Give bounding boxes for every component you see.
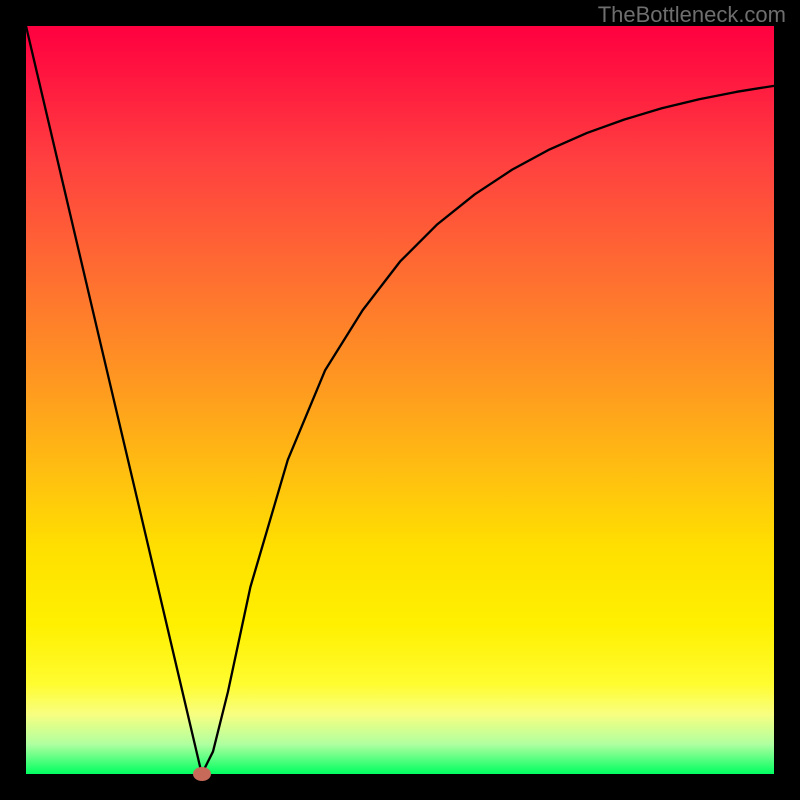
chart-frame: TheBottleneck.com bbox=[0, 0, 800, 800]
minimum-marker bbox=[193, 767, 211, 781]
plot-area bbox=[26, 26, 774, 774]
curve-svg bbox=[26, 26, 774, 774]
bottleneck-curve bbox=[26, 26, 774, 774]
watermark-text: TheBottleneck.com bbox=[598, 2, 786, 28]
